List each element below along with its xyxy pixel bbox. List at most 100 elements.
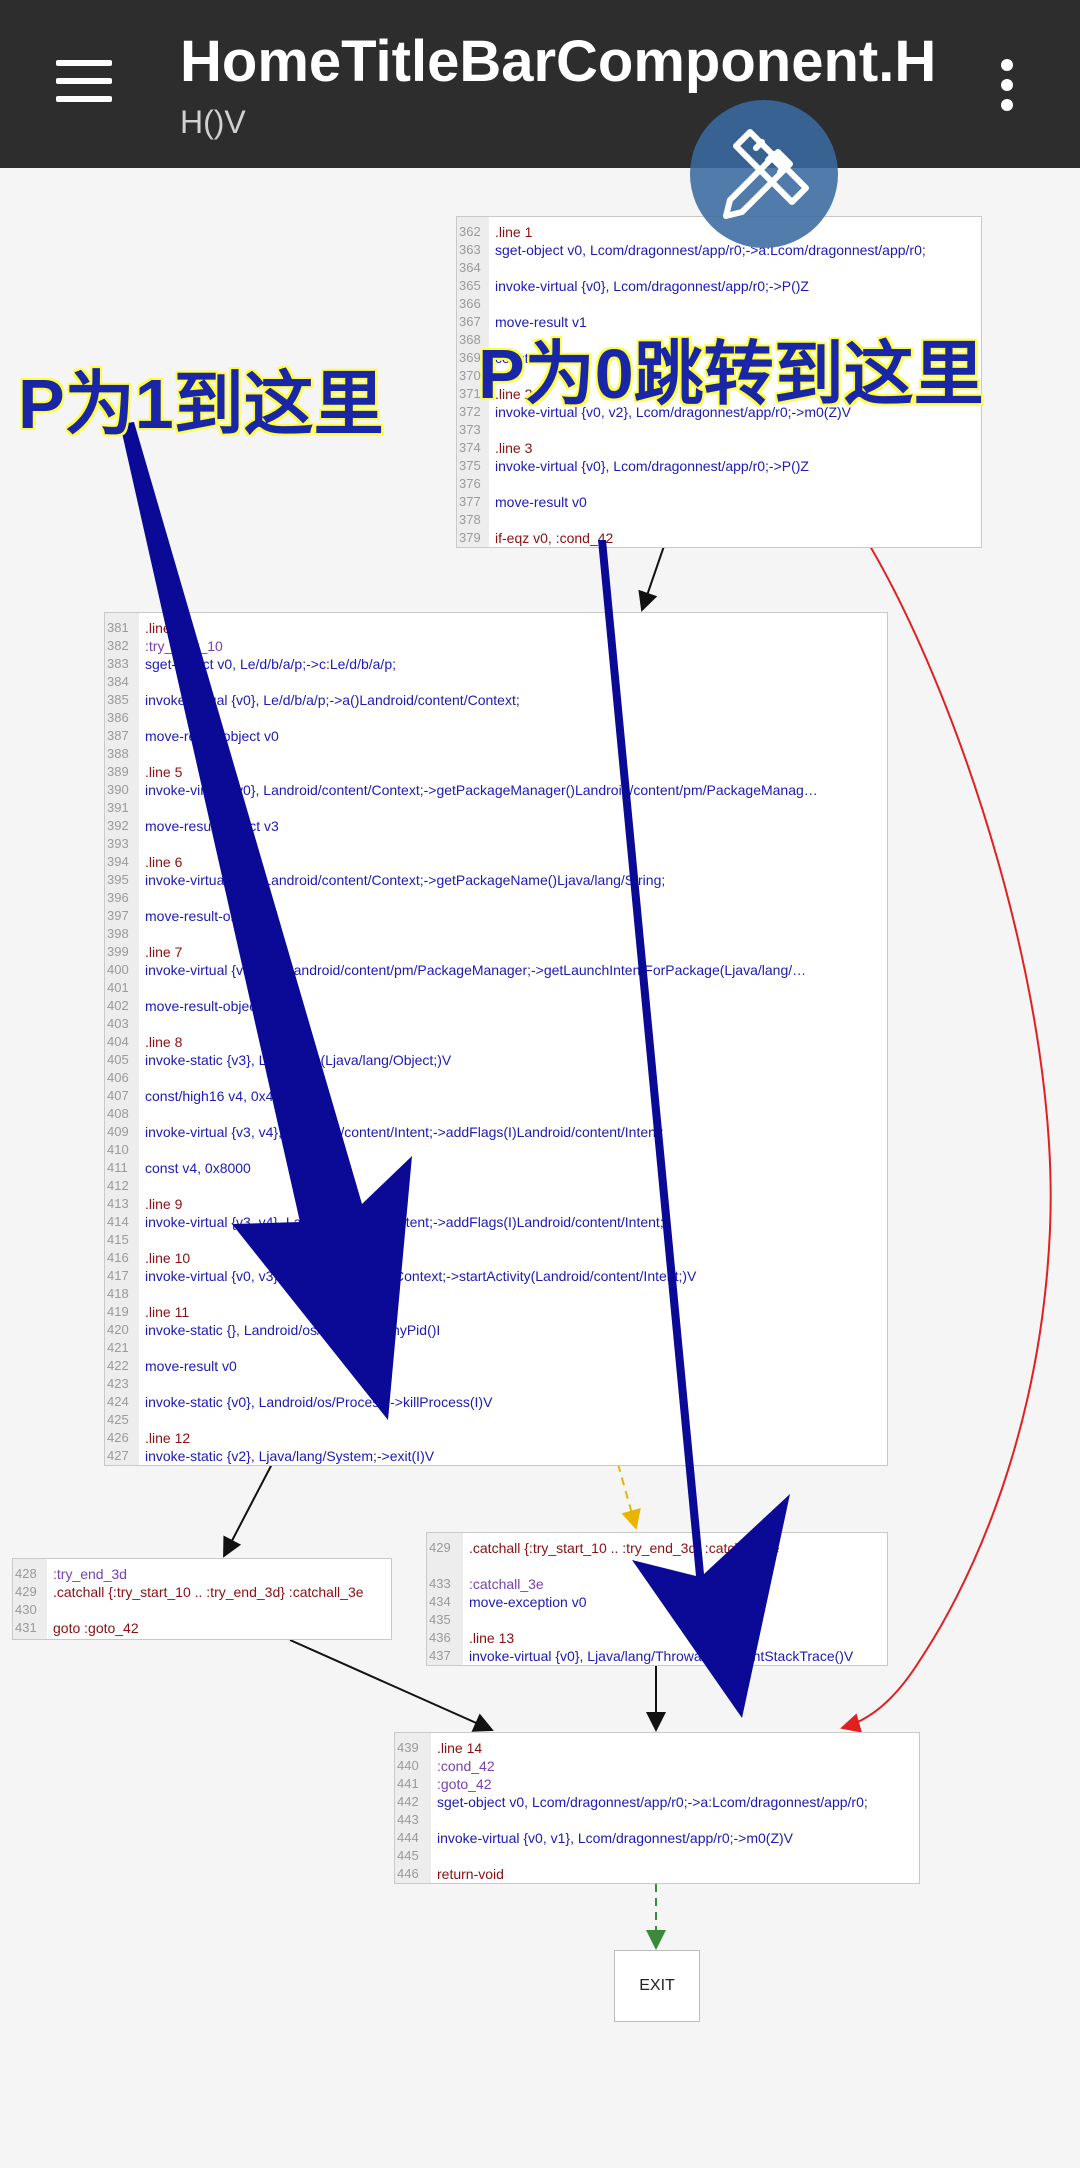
line-number: 364 bbox=[459, 260, 481, 275]
code-text: .line 7 bbox=[145, 944, 183, 960]
line-number: 381 bbox=[107, 620, 129, 635]
code-line: 409 invoke-virtual {v3, v4}, Landroid/con… bbox=[105, 1123, 887, 1141]
code-text: invoke-virtual {v0, v3}, Landroid/conten… bbox=[145, 1268, 697, 1284]
code-line: 393 bbox=[105, 835, 887, 853]
code-text: invoke-virtual {v0}, Landroid/content/Co… bbox=[145, 782, 818, 798]
annotation-p1-label: P为1到这里 bbox=[18, 365, 384, 443]
annotation-p0-label: P为0跳转到这里 bbox=[478, 335, 984, 413]
line-number: 431 bbox=[15, 1620, 37, 1635]
code-block-428[interactable]: 428:try_end_3d 429 .catchall {:try_start_1… bbox=[12, 1558, 392, 1640]
code-line: 364 bbox=[457, 259, 981, 277]
code-line: 400 invoke-virtual {v3, v4}, Landroid/con… bbox=[105, 961, 887, 979]
line-number: 435 bbox=[429, 1612, 451, 1627]
line-number: 387 bbox=[107, 728, 129, 743]
code-line: 365 invoke-virtual {v0}, Lcom/dragonnest/… bbox=[457, 277, 981, 295]
code-block-381[interactable]: 381 .line 4 382 :try_start_10 383 sget-object… bbox=[104, 612, 888, 1466]
code-text: move-result-object v3 bbox=[145, 998, 279, 1014]
line-number: 397 bbox=[107, 908, 129, 923]
line-number: 415 bbox=[107, 1232, 129, 1247]
line-number: 414 bbox=[107, 1214, 129, 1229]
code-text: invoke-virtual {v0}, Ljava/lang/Throwabl… bbox=[469, 1648, 854, 1664]
code-line: 429 .catchall {:try_start_10 .. :try_end_… bbox=[13, 1583, 391, 1601]
line-number: 419 bbox=[107, 1304, 129, 1319]
edit-fab[interactable] bbox=[690, 100, 838, 248]
line-number: 378 bbox=[459, 512, 481, 527]
line-number: 430 bbox=[15, 1602, 37, 1617]
line-number: 434 bbox=[429, 1594, 451, 1609]
code-line: 423 bbox=[105, 1375, 887, 1393]
line-number: 440 bbox=[397, 1758, 419, 1773]
line-number: 433 bbox=[429, 1576, 451, 1591]
code-text: .line 8 bbox=[145, 1034, 183, 1050]
line-number: 428 bbox=[15, 1566, 37, 1581]
code-line: 384 bbox=[105, 673, 887, 691]
code-line: 391 bbox=[105, 799, 887, 817]
code-text: .line 11 bbox=[145, 1304, 190, 1320]
code-line: 396 bbox=[105, 889, 887, 907]
exit-node[interactable]: EXIT bbox=[614, 1950, 700, 2022]
code-text: invoke-static {}, Landroid/os/Process;->… bbox=[145, 1322, 441, 1338]
code-line: 442 sget-object v0, Lcom/dragonnest/app/r… bbox=[395, 1793, 919, 1811]
line-number: 384 bbox=[107, 674, 129, 689]
code-line: 366 bbox=[457, 295, 981, 313]
code-text: invoke-static {v0}, Landroid/os/Process;… bbox=[145, 1394, 493, 1410]
code-line: 389 .line 5 bbox=[105, 763, 887, 781]
code-text: .line 12 bbox=[145, 1430, 191, 1446]
code-line: 422 move-result v0 bbox=[105, 1357, 887, 1375]
line-number: 388 bbox=[107, 746, 129, 761]
code-line: 399 .line 7 bbox=[105, 943, 887, 961]
line-number: 377 bbox=[459, 494, 481, 509]
code-text: .line 5 bbox=[145, 764, 183, 780]
code-line: 446 return-void bbox=[395, 1865, 919, 1883]
code-line: 381 .line 4 bbox=[105, 619, 887, 637]
code-line: 420 invoke-static {}, Landroid/os/Process… bbox=[105, 1321, 887, 1339]
line-number: 416 bbox=[107, 1250, 129, 1265]
code-line: 417 invoke-virtual {v0, v3}, Landroid/con… bbox=[105, 1267, 887, 1285]
line-number: 398 bbox=[107, 926, 129, 941]
code-block-catchall[interactable]: 429 .catchall {:try_start_10 .. :try_end_… bbox=[426, 1532, 888, 1666]
line-number: 393 bbox=[107, 836, 129, 851]
code-line: 444 invoke-virtual {v0, v1}, Lcom/dragonn… bbox=[395, 1829, 919, 1847]
line-number: 407 bbox=[107, 1088, 129, 1103]
line-number: 396 bbox=[107, 890, 129, 905]
code-line: 431 goto :goto_42 bbox=[13, 1619, 391, 1637]
line-number: 444 bbox=[397, 1830, 419, 1845]
code-line: 385 invoke-virtual {v0}, Le/d/b/a/p;->a()… bbox=[105, 691, 887, 709]
line-number: 410 bbox=[107, 1142, 129, 1157]
line-number: 424 bbox=[107, 1394, 129, 1409]
edge-exception bbox=[617, 1463, 641, 1530]
line-number: 408 bbox=[107, 1106, 129, 1121]
code-line: 410 bbox=[105, 1141, 887, 1159]
code-line: 406 bbox=[105, 1069, 887, 1087]
code-line: 373 bbox=[457, 421, 981, 439]
code-text: .line 4 bbox=[145, 620, 183, 636]
code-text: .catchall {:try_start_10 .. :try_end_3d}… bbox=[53, 1584, 364, 1600]
line-number: 420 bbox=[107, 1322, 129, 1337]
line-number: 391 bbox=[107, 800, 129, 815]
code-line: 415 bbox=[105, 1231, 887, 1249]
code-text: :goto_42 bbox=[437, 1776, 492, 1792]
code-text: invoke-virtual {v0}, Landroid/content/Co… bbox=[145, 872, 666, 888]
code-line: 375 invoke-virtual {v0}, Lcom/dragonnest/… bbox=[457, 457, 981, 475]
line-number: 382 bbox=[107, 638, 129, 653]
code-text: :try_start_10 bbox=[145, 638, 223, 654]
line-number: 379 bbox=[459, 530, 481, 545]
code-line: 382 :try_start_10 bbox=[105, 637, 887, 655]
code-text: .line 3 bbox=[495, 440, 533, 456]
line-number: 405 bbox=[107, 1052, 129, 1067]
code-line: 377 move-result v0 bbox=[457, 493, 981, 511]
code-text: invoke-virtual {v0}, Lcom/dragonnest/app… bbox=[495, 458, 809, 474]
line-number: 375 bbox=[459, 458, 481, 473]
code-line: 421 bbox=[105, 1339, 887, 1357]
code-line: 402 move-result-object v3 bbox=[105, 997, 887, 1015]
line-number: 392 bbox=[107, 818, 129, 833]
code-line: 428:try_end_3d bbox=[13, 1565, 391, 1583]
code-line: 383 sget-object v0, Le/d/b/a/p;->c:Le/d/b… bbox=[105, 655, 887, 673]
edge-fallthrough bbox=[638, 545, 665, 612]
code-block-439[interactable]: 439 .line 14 440:cond_42 441:goto_42 442 sget… bbox=[394, 1732, 920, 1884]
code-text: invoke-static {v3}, Le/d/k;->c(Ljava/lan… bbox=[145, 1052, 452, 1068]
line-number: 439 bbox=[397, 1740, 419, 1755]
line-number: 409 bbox=[107, 1124, 129, 1139]
line-number: 413 bbox=[107, 1196, 129, 1211]
line-number: 390 bbox=[107, 782, 129, 797]
